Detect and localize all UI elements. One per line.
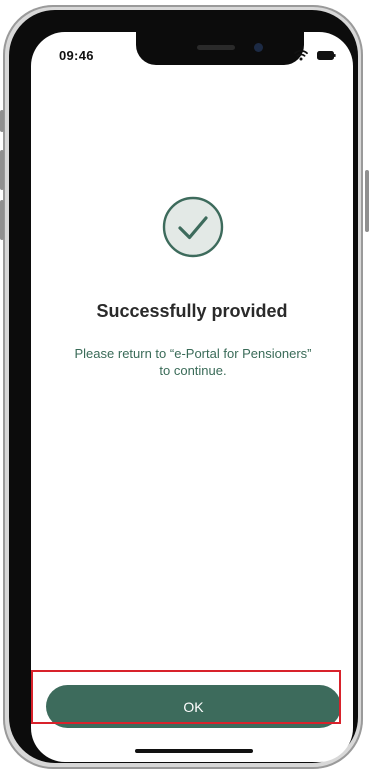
notch <box>136 32 304 65</box>
phone-bezel: 09:46 Successfully provided Please retur… <box>9 10 358 763</box>
status-time: 09:46 <box>59 48 94 63</box>
app-screen: 09:46 Successfully provided Please retur… <box>31 32 353 762</box>
return-message: Please return to “e-Portal for Pensioner… <box>74 346 312 378</box>
front-camera <box>254 43 263 52</box>
ok-button-highlight <box>31 670 341 724</box>
power-button <box>365 170 369 232</box>
volume-up-button <box>0 150 4 190</box>
screenshot-stage: 09:46 Successfully provided Please retur… <box>0 0 369 774</box>
mute-switch <box>0 110 4 132</box>
home-indicator[interactable] <box>135 749 253 753</box>
speaker-grille <box>197 45 235 50</box>
check-circle-icon <box>162 196 224 258</box>
wifi-icon <box>294 50 308 61</box>
battery-icon <box>317 51 336 60</box>
success-title: Successfully provided <box>96 301 288 321</box>
volume-down-button <box>0 200 4 240</box>
